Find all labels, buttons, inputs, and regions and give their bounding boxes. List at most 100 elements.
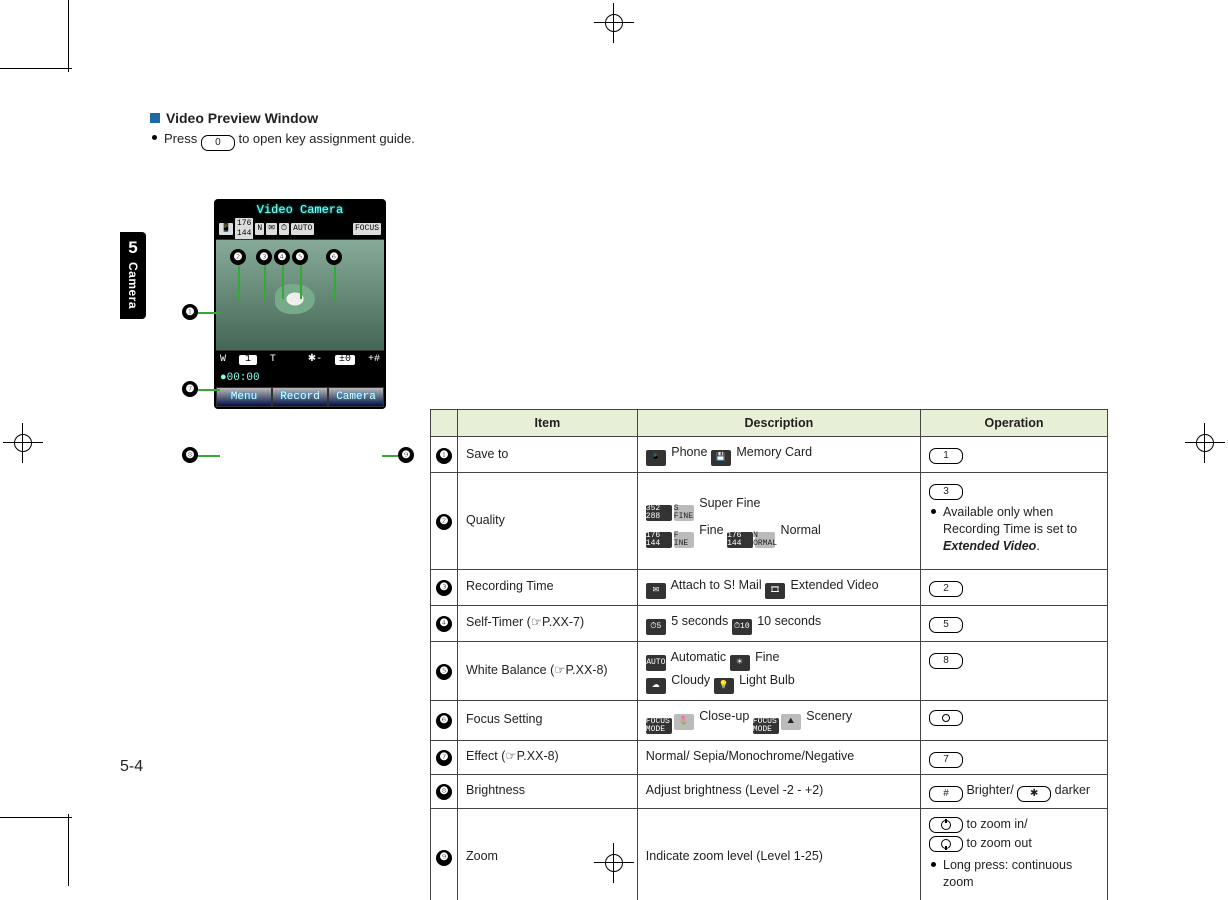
table-row: ❶Save to📱 Phone 💾 Memory Card 1 bbox=[431, 437, 1108, 473]
cell-description: AUTO Automatic ☀ Fine ☁ Cloudy 💡 Light B… bbox=[637, 641, 920, 700]
cell-description: 📱 Phone 💾 Memory Card bbox=[637, 437, 920, 473]
key-icon: 7 bbox=[929, 752, 963, 768]
cell-operation: # Brighter/ ✱ darker bbox=[921, 774, 1108, 808]
quality-indicator-icon: N bbox=[255, 223, 264, 235]
softkey-record[interactable]: Record bbox=[272, 387, 328, 407]
desc-icon: ✉ bbox=[646, 583, 666, 599]
registration-mark-icon bbox=[1196, 434, 1214, 452]
desc-text: Automatic bbox=[668, 650, 730, 664]
chapter-number: 5 bbox=[120, 238, 146, 258]
row-index-icon: ❷ bbox=[436, 514, 452, 530]
desc-icon: FOCUS MODE bbox=[753, 718, 779, 734]
reference-table: Item Description Operation ❶Save to📱 Pho… bbox=[430, 409, 1108, 900]
desc-text: Light Bulb bbox=[736, 673, 795, 687]
key-icon: 5 bbox=[929, 617, 963, 633]
desc-text: Close-up bbox=[696, 709, 753, 723]
callout-7: ❼ bbox=[182, 381, 198, 397]
softkey-menu[interactable]: Menu bbox=[216, 387, 272, 407]
desc-icon: 📱 bbox=[646, 450, 666, 466]
cell-item: Recording Time bbox=[458, 569, 638, 605]
cell-item: Focus Setting bbox=[458, 700, 638, 740]
section-heading: Video Preview Window bbox=[150, 110, 450, 126]
cell-item: Brightness bbox=[458, 774, 638, 808]
desc-icon: ⏱5 bbox=[646, 619, 666, 635]
callout-9: ❾ bbox=[398, 447, 414, 463]
leader-line bbox=[300, 265, 302, 299]
desc-icon: 💡 bbox=[714, 678, 734, 694]
desc-icon: AUTO bbox=[646, 655, 666, 671]
desc-text: Fine bbox=[696, 523, 727, 537]
row-index-icon: ❺ bbox=[436, 664, 452, 680]
table-row: ❷Quality352 288S FINE Super Fine 176 144… bbox=[431, 473, 1108, 570]
leader-line bbox=[198, 389, 220, 391]
heading-bullet-icon bbox=[150, 113, 160, 123]
key-icon: 8 bbox=[929, 653, 963, 669]
heading-note: Press 0 to open key assignment guide. bbox=[150, 130, 450, 151]
quality-indicator-icon: 176144 bbox=[235, 218, 253, 240]
callout-2: ❷ bbox=[230, 249, 246, 265]
key-0-icon: 0 bbox=[201, 135, 235, 151]
leader-line bbox=[382, 455, 398, 457]
right-column: Item Description Operation ❶Save to📱 Pho… bbox=[430, 110, 1108, 900]
cell-operation bbox=[921, 700, 1108, 740]
row-index-icon: ❹ bbox=[436, 616, 452, 632]
operation-note: Long press: continuous zoom bbox=[929, 857, 1099, 891]
row-index-icon: ❶ bbox=[436, 448, 452, 464]
callout-4: ❹ bbox=[274, 249, 290, 265]
leader-line bbox=[334, 265, 336, 299]
mock-title: Video Camera bbox=[216, 201, 384, 219]
mock-softkeys: Menu Record Camera bbox=[216, 387, 384, 407]
chapter-label: Camera bbox=[126, 262, 140, 309]
desc-icon: 💾 bbox=[711, 450, 731, 466]
desc-icon: 352 288 bbox=[646, 505, 672, 521]
left-column: Video Preview Window Press 0 to open key… bbox=[150, 110, 450, 409]
table-row: ❺White Balance (☞P.XX-8)AUTO Automatic ☀… bbox=[431, 641, 1108, 700]
key-icon: 2 bbox=[929, 581, 963, 597]
cell-description: Normal/ Sepia/Monochrome/Negative bbox=[637, 740, 920, 774]
wb-indicator-icon: AUTO bbox=[291, 223, 314, 235]
softkey-camera[interactable]: Camera bbox=[328, 387, 384, 407]
table-row: ❻Focus SettingFOCUS MODE🌷 Close-up FOCUS… bbox=[431, 700, 1108, 740]
cell-item: Effect (☞P.XX-8) bbox=[458, 740, 638, 774]
desc-icon: ☁ bbox=[646, 678, 666, 694]
dpad-up-icon bbox=[929, 817, 963, 833]
mock-zoom-bar: W1T ✱-±0+# bbox=[216, 351, 384, 369]
callout-6: ❻ bbox=[326, 249, 342, 265]
cell-item: Zoom bbox=[458, 808, 638, 900]
cell-description: Indicate zoom level (Level 1-25) bbox=[637, 808, 920, 900]
cell-description: ✉ Attach to S! Mail 🎞 Extended Video bbox=[637, 569, 920, 605]
dpad-down-icon bbox=[929, 836, 963, 852]
phone-mock-wrap: Video Camera 📱 176144 N ✉ ⏱ AUTO FOCUS W… bbox=[150, 199, 450, 409]
desc-icon: ⏱10 bbox=[732, 619, 752, 635]
leader-line bbox=[198, 455, 220, 457]
leader-line bbox=[238, 265, 240, 299]
cell-item: Save to bbox=[458, 437, 638, 473]
table-row: ❽BrightnessAdjust brightness (Level -2 -… bbox=[431, 774, 1108, 808]
desc-text: Attach to S! Mail bbox=[668, 578, 765, 592]
desc-text: Super Fine bbox=[696, 496, 761, 510]
cell-description: ⏱5 5 seconds ⏱10 10 seconds bbox=[637, 605, 920, 641]
callout-1: ❶ bbox=[182, 304, 198, 320]
row-index-icon: ❸ bbox=[436, 580, 452, 596]
phone-mock: Video Camera 📱 176144 N ✉ ⏱ AUTO FOCUS W… bbox=[214, 199, 386, 409]
key-icon: 3 bbox=[929, 484, 963, 500]
desc-icon: 176 144 bbox=[727, 532, 753, 548]
th-item: Item bbox=[458, 410, 638, 437]
callout-8: ❽ bbox=[182, 447, 198, 463]
desc-icon: FOCUS MODE bbox=[646, 718, 672, 734]
desc-text: 5 seconds bbox=[668, 614, 732, 628]
leader-line bbox=[198, 312, 220, 314]
callout-5: ❺ bbox=[292, 249, 308, 265]
chapter-tab: 5 Camera bbox=[120, 232, 146, 319]
desc-text: Normal bbox=[777, 523, 821, 537]
table-row: ❸ Recording Time✉ Attach to S! Mail 🎞 Ext… bbox=[431, 569, 1108, 605]
heading-title: Video Preview Window bbox=[166, 110, 318, 126]
cell-operation: 5 bbox=[921, 605, 1108, 641]
cell-item: Self-Timer (☞P.XX-7) bbox=[458, 605, 638, 641]
saveto-indicator-icon: 📱 bbox=[219, 223, 233, 235]
key-icon bbox=[929, 710, 963, 726]
desc-icon: N ORMAL bbox=[755, 532, 775, 548]
desc-text: Cloudy bbox=[668, 673, 714, 687]
th-desc: Description bbox=[637, 410, 920, 437]
cell-operation: 8 bbox=[921, 641, 1108, 700]
